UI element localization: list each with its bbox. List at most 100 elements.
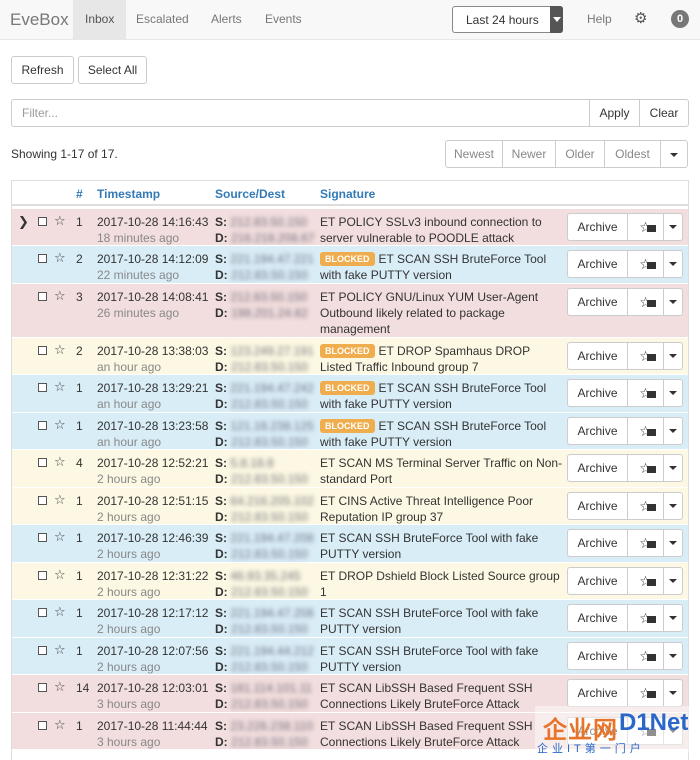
escalate-button[interactable]: ☆ <box>627 492 664 520</box>
notification-badge[interactable]: 0 <box>671 10 689 28</box>
escalate-button[interactable]: ☆ <box>627 604 664 632</box>
tab-alerts[interactable]: Alerts <box>211 12 242 26</box>
row-actions-dropdown[interactable] <box>663 288 683 316</box>
star-icon[interactable]: ☆ <box>54 492 66 508</box>
escalate-button[interactable]: ☆ <box>627 642 664 670</box>
select-all-button[interactable]: Select All <box>78 56 147 84</box>
star-icon[interactable]: ☆ <box>54 567 66 583</box>
row-checkbox[interactable] <box>38 533 47 542</box>
row-actions-dropdown[interactable] <box>663 417 683 445</box>
escalate-button[interactable]: ☆ <box>627 454 664 482</box>
row-signature[interactable]: ET SCAN SSH BruteForce Tool with fake PU… <box>320 643 564 675</box>
escalate-button[interactable]: ☆ <box>627 379 664 407</box>
tab-escalated[interactable]: Escalated <box>136 12 189 26</box>
header-source-dest[interactable]: Source/Dest <box>215 187 285 201</box>
row-actions-dropdown[interactable] <box>663 679 683 707</box>
apply-button[interactable]: Apply <box>589 99 640 127</box>
row-actions-dropdown[interactable] <box>663 642 683 670</box>
table-row[interactable]: ❯ ☆ 1 2017-10-28 14:16:43 18 minutes ago S: 2… <box>12 208 688 245</box>
star-icon[interactable]: ☆ <box>54 642 66 658</box>
escalate-button[interactable]: ☆ <box>627 679 664 707</box>
row-checkbox[interactable] <box>38 721 47 730</box>
row-actions-dropdown[interactable] <box>663 250 683 278</box>
row-actions-dropdown[interactable] <box>663 342 683 370</box>
row-signature[interactable]: BLOCKED ET SCAN SSH BruteForce Tool with … <box>320 418 564 450</box>
escalate-button[interactable]: ☆ <box>627 288 664 316</box>
table-row[interactable]: ☆ 1 2017-10-28 12:17:12 2 hours ago S: 221.1… <box>12 599 688 637</box>
table-row[interactable]: ☆ 1 2017-10-28 12:07:56 2 hours ago S: 221.1… <box>12 637 688 674</box>
newest-button[interactable]: Newest <box>445 140 503 168</box>
row-signature[interactable]: BLOCKED ET SCAN SSH BruteForce Tool with … <box>320 251 564 283</box>
archive-button[interactable]: Archive <box>567 604 628 632</box>
archive-button[interactable]: Archive <box>567 642 628 670</box>
tab-events[interactable]: Events <box>265 12 302 26</box>
star-icon[interactable]: ☆ <box>54 342 66 358</box>
refresh-button[interactable]: Refresh <box>11 56 74 84</box>
star-icon[interactable]: ☆ <box>54 717 66 733</box>
table-row[interactable]: ☆ 1 2017-10-28 12:31:22 2 hours ago S: 46.93… <box>12 562 688 599</box>
archive-button[interactable]: Archive <box>567 567 628 595</box>
table-row[interactable]: ☆ 4 2017-10-28 12:52:21 2 hours ago S: 5.8.1… <box>12 449 688 487</box>
time-range-select[interactable]: Last 24 hours <box>452 6 563 33</box>
newer-button[interactable]: Newer <box>502 140 556 168</box>
star-icon[interactable]: ☆ <box>54 417 66 433</box>
row-checkbox[interactable] <box>38 458 47 467</box>
row-actions-dropdown[interactable] <box>663 529 683 557</box>
escalate-button[interactable]: ☆ <box>627 567 664 595</box>
star-icon[interactable]: ☆ <box>54 250 66 266</box>
star-icon[interactable]: ☆ <box>54 454 66 470</box>
star-icon[interactable]: ☆ <box>54 288 66 304</box>
gear-icon[interactable]: ⚙ <box>634 9 647 27</box>
row-checkbox[interactable] <box>38 421 47 430</box>
row-signature[interactable]: ET CINS Active Threat Intelligence Poor … <box>320 493 564 525</box>
row-actions-dropdown[interactable] <box>663 492 683 520</box>
escalate-button[interactable]: ☆ <box>627 529 664 557</box>
escalate-button[interactable]: ☆ <box>627 250 664 278</box>
archive-button[interactable]: Archive <box>567 379 628 407</box>
star-icon[interactable]: ☆ <box>54 529 66 545</box>
archive-button[interactable]: Archive <box>567 417 628 445</box>
star-icon[interactable]: ☆ <box>54 379 66 395</box>
clear-button[interactable]: Clear <box>639 99 689 127</box>
row-actions-dropdown[interactable] <box>663 213 683 241</box>
archive-button[interactable]: Archive <box>567 213 628 241</box>
older-button[interactable]: Older <box>555 140 605 168</box>
row-checkbox[interactable] <box>38 346 47 355</box>
row-checkbox[interactable] <box>38 571 47 580</box>
row-signature[interactable]: ET SCAN SSH BruteForce Tool with fake PU… <box>320 605 564 637</box>
chevron-right-icon[interactable]: ❯ <box>18 214 29 230</box>
pager-dropdown-button[interactable] <box>660 140 688 168</box>
row-checkbox[interactable] <box>38 292 47 301</box>
table-row[interactable]: ☆ 1 2017-10-28 13:23:58 an hour ago S: 121.1… <box>12 412 688 449</box>
tab-inbox[interactable]: Inbox <box>73 0 127 40</box>
row-signature[interactable]: BLOCKED ET DROP Spamhaus DROP Listed Traf… <box>320 343 564 375</box>
row-actions-dropdown[interactable] <box>663 604 683 632</box>
row-signature[interactable]: ET POLICY GNU/Linux YUM User-Agent Outbo… <box>320 289 564 337</box>
filter-input[interactable]: Filter... <box>11 99 590 127</box>
table-row[interactable]: ☆ 1 2017-10-28 12:46:39 2 hours ago S: 221.1… <box>12 524 688 562</box>
archive-button[interactable]: Archive <box>567 288 628 316</box>
table-row[interactable]: ☆ 2 2017-10-28 14:12:09 22 minutes ago S: 22… <box>12 245 688 283</box>
row-checkbox[interactable] <box>38 383 47 392</box>
oldest-button[interactable]: Oldest <box>604 140 661 168</box>
header-count[interactable]: # <box>76 187 83 201</box>
row-checkbox[interactable] <box>38 608 47 617</box>
escalate-button[interactable]: ☆ <box>627 417 664 445</box>
row-signature[interactable]: ET SCAN MS Terminal Server Traffic on No… <box>320 455 564 487</box>
row-checkbox[interactable] <box>38 217 47 226</box>
row-signature[interactable]: ET SCAN LibSSH Based Frequent SSH Connec… <box>320 718 564 750</box>
row-signature[interactable]: ET DROP Dshield Block Listed Source grou… <box>320 568 564 600</box>
archive-button[interactable]: Archive <box>567 679 628 707</box>
row-signature[interactable]: ET SCAN LibSSH Based Frequent SSH Connec… <box>320 680 564 712</box>
row-signature[interactable]: ET SCAN SSH BruteForce Tool with fake PU… <box>320 530 564 562</box>
row-checkbox[interactable] <box>38 683 47 692</box>
escalate-button[interactable]: ☆ <box>627 342 664 370</box>
help-link[interactable]: Help <box>587 12 612 26</box>
star-icon[interactable]: ☆ <box>54 604 66 620</box>
row-checkbox[interactable] <box>38 496 47 505</box>
table-row[interactable]: ☆ 1 2017-10-28 13:29:21 an hour ago S: 221.1… <box>12 374 688 412</box>
archive-button[interactable]: Archive <box>567 529 628 557</box>
row-actions-dropdown[interactable] <box>663 379 683 407</box>
archive-button[interactable]: Archive <box>567 250 628 278</box>
table-row[interactable]: ☆ 1 2017-10-28 12:51:15 2 hours ago S: 64.21… <box>12 487 688 524</box>
